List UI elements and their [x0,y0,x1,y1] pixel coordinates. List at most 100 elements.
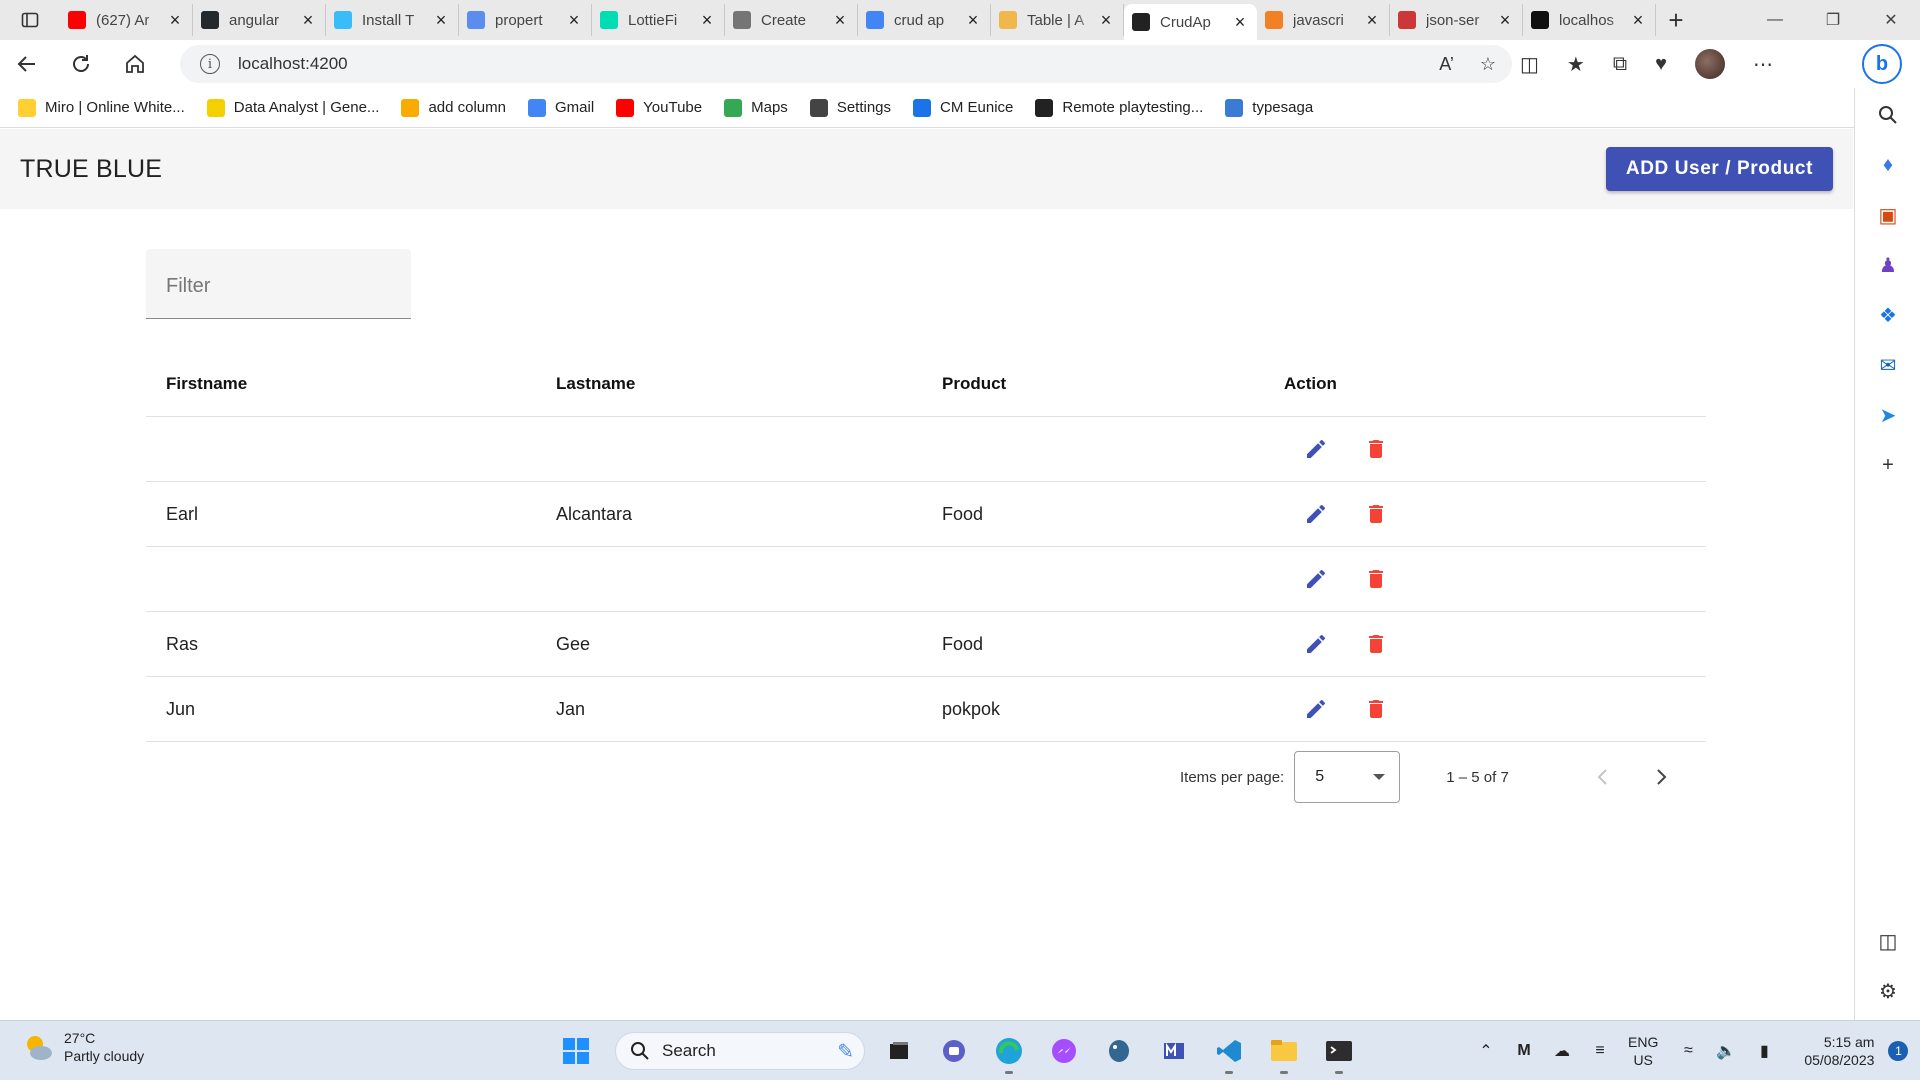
browser-tab[interactable]: angular × [193,4,326,36]
task-view-icon[interactable] [875,1027,923,1075]
send-icon[interactable]: ➤ [1875,402,1901,428]
back-button[interactable] [0,40,54,88]
bookmark-item[interactable]: Data Analyst | Gene... [206,98,379,117]
column-header-firstname[interactable]: Firstname [146,374,536,394]
messenger-icon[interactable] [1040,1027,1088,1075]
shopping-tag-icon[interactable]: ♦ [1875,152,1901,178]
close-tab-icon[interactable]: × [432,10,450,31]
wifi-icon[interactable]: ≈ [1674,1042,1702,1060]
edit-icon[interactable] [1296,559,1336,599]
sidebar-layout-icon[interactable]: ◫ [1875,928,1901,954]
start-button[interactable] [552,1027,600,1075]
filter-field[interactable] [146,249,411,319]
add-sidebar-app-icon[interactable]: + [1875,452,1901,478]
sidebar-settings-gear-icon[interactable]: ⚙ [1875,978,1901,1004]
office-icon[interactable]: ❖ [1875,302,1901,328]
read-aloud-icon[interactable]: A’ [1439,54,1454,75]
close-tab-icon[interactable]: × [831,10,849,31]
browser-tab[interactable]: json-ser × [1390,4,1523,36]
add-user-product-button[interactable]: ADD User / Product [1605,147,1833,191]
delete-icon[interactable] [1356,559,1396,599]
browser-tab[interactable]: Install T × [326,4,459,36]
profile-avatar[interactable] [1695,49,1725,79]
bookmark-item[interactable]: add column [401,98,506,117]
more-menu-icon[interactable]: ⋯ [1753,52,1773,77]
bing-copilot-icon[interactable]: b [1862,44,1902,84]
minimize-button[interactable]: — [1746,0,1804,40]
close-tab-icon[interactable]: × [565,10,583,31]
browser-tab[interactable]: localhos × [1523,4,1656,36]
bookmark-item[interactable]: Settings [809,98,891,117]
notification-badge[interactable]: 1 [1888,1041,1909,1061]
close-tab-icon[interactable]: × [1231,12,1249,33]
search-icon[interactable] [1875,102,1901,128]
outlook-icon[interactable]: ✉ [1875,352,1901,378]
vscode-icon[interactable] [1205,1027,1253,1075]
close-tab-icon[interactable]: × [299,10,317,31]
weather-widget[interactable]: 27°C Partly cloudy [22,1029,144,1065]
favorites-icon[interactable]: ★ [1567,52,1585,77]
edit-icon[interactable] [1296,429,1336,469]
browser-tab[interactable]: LottieFi × [592,4,725,36]
teams-chat-icon[interactable] [930,1027,978,1075]
terminal-icon[interactable] [1315,1027,1363,1075]
postgresql-icon[interactable] [1095,1027,1143,1075]
url-text[interactable]: localhost:4200 [238,54,348,74]
games-icon[interactable]: ♟ [1875,252,1901,278]
browser-essentials-icon[interactable]: ♥ [1655,53,1667,76]
clock[interactable]: 5:15 am 05/08/2023 [1804,1033,1874,1069]
mongodb-tray-icon[interactable]: M [1510,1042,1538,1060]
bookmark-item[interactable]: CM Eunice [913,98,1013,117]
bookmark-item[interactable]: Miro | Online White... [18,98,185,117]
bookmark-item[interactable]: YouTube [616,98,702,117]
tools-briefcase-icon[interactable]: ▣ [1875,202,1901,228]
browser-tab[interactable]: Table | A × [991,4,1124,36]
browser-tab[interactable]: javascri × [1257,4,1390,36]
browser-tab[interactable]: crud ap × [858,4,991,36]
delete-icon[interactable] [1356,429,1396,469]
close-tab-icon[interactable]: × [166,10,184,31]
close-tab-icon[interactable]: × [698,10,716,31]
close-tab-icon[interactable]: × [1496,10,1514,31]
items-per-page-select[interactable]: 5 [1294,751,1401,803]
close-tab-icon[interactable]: × [1097,10,1115,31]
browser-tab[interactable]: (627) Ar × [60,4,193,36]
bookmark-item[interactable]: Maps [724,98,788,117]
collections-icon[interactable]: ⧉ [1613,53,1627,76]
url-field[interactable]: i localhost:4200 A’ ☆ [180,45,1512,83]
delete-icon[interactable] [1356,689,1396,729]
browser-tab[interactable]: CrudAp × [1124,4,1257,40]
edge-browser-icon[interactable] [985,1027,1033,1075]
new-tab-button[interactable]: + [1656,5,1696,36]
edit-icon[interactable] [1296,689,1336,729]
filter-input[interactable] [166,271,396,301]
edit-icon[interactable] [1296,494,1336,534]
previous-page-button[interactable] [1583,757,1623,797]
close-tab-icon[interactable]: × [1629,10,1647,31]
bookmark-item[interactable]: typesaga [1225,98,1313,117]
site-info-icon[interactable]: i [200,54,220,74]
file-explorer-icon[interactable] [1260,1027,1308,1075]
close-tab-icon[interactable]: × [1363,10,1381,31]
volume-icon[interactable]: 🔈 [1712,1041,1740,1061]
column-header-product[interactable]: Product [922,374,1264,394]
browser-tab[interactable]: propert × [459,4,592,36]
close-tab-icon[interactable]: × [964,10,982,31]
show-hidden-icons-chevron-up-icon[interactable]: ⌃ [1472,1041,1500,1061]
bookmark-item[interactable]: Gmail [528,98,594,117]
home-button[interactable] [108,40,162,88]
taskbar-search[interactable]: Search ✎ [615,1032,865,1070]
tab-actions-button[interactable] [0,0,60,40]
edit-icon[interactable] [1296,624,1336,664]
refresh-button[interactable] [54,40,108,88]
language-indicator[interactable]: ENG US [1628,1033,1658,1069]
close-window-button[interactable]: ✕ [1862,0,1920,40]
delete-icon[interactable] [1356,494,1396,534]
restore-button[interactable]: ❐ [1804,0,1862,40]
split-screen-icon[interactable]: ◫ [1520,52,1539,77]
favorite-star-icon[interactable]: ☆ [1480,54,1496,75]
browser-tab[interactable]: Create × [725,4,858,36]
next-page-button[interactable] [1641,757,1681,797]
onedrive-cloud-icon[interactable]: ☁ [1548,1041,1576,1061]
bookmark-item[interactable]: Remote playtesting... [1035,98,1203,117]
